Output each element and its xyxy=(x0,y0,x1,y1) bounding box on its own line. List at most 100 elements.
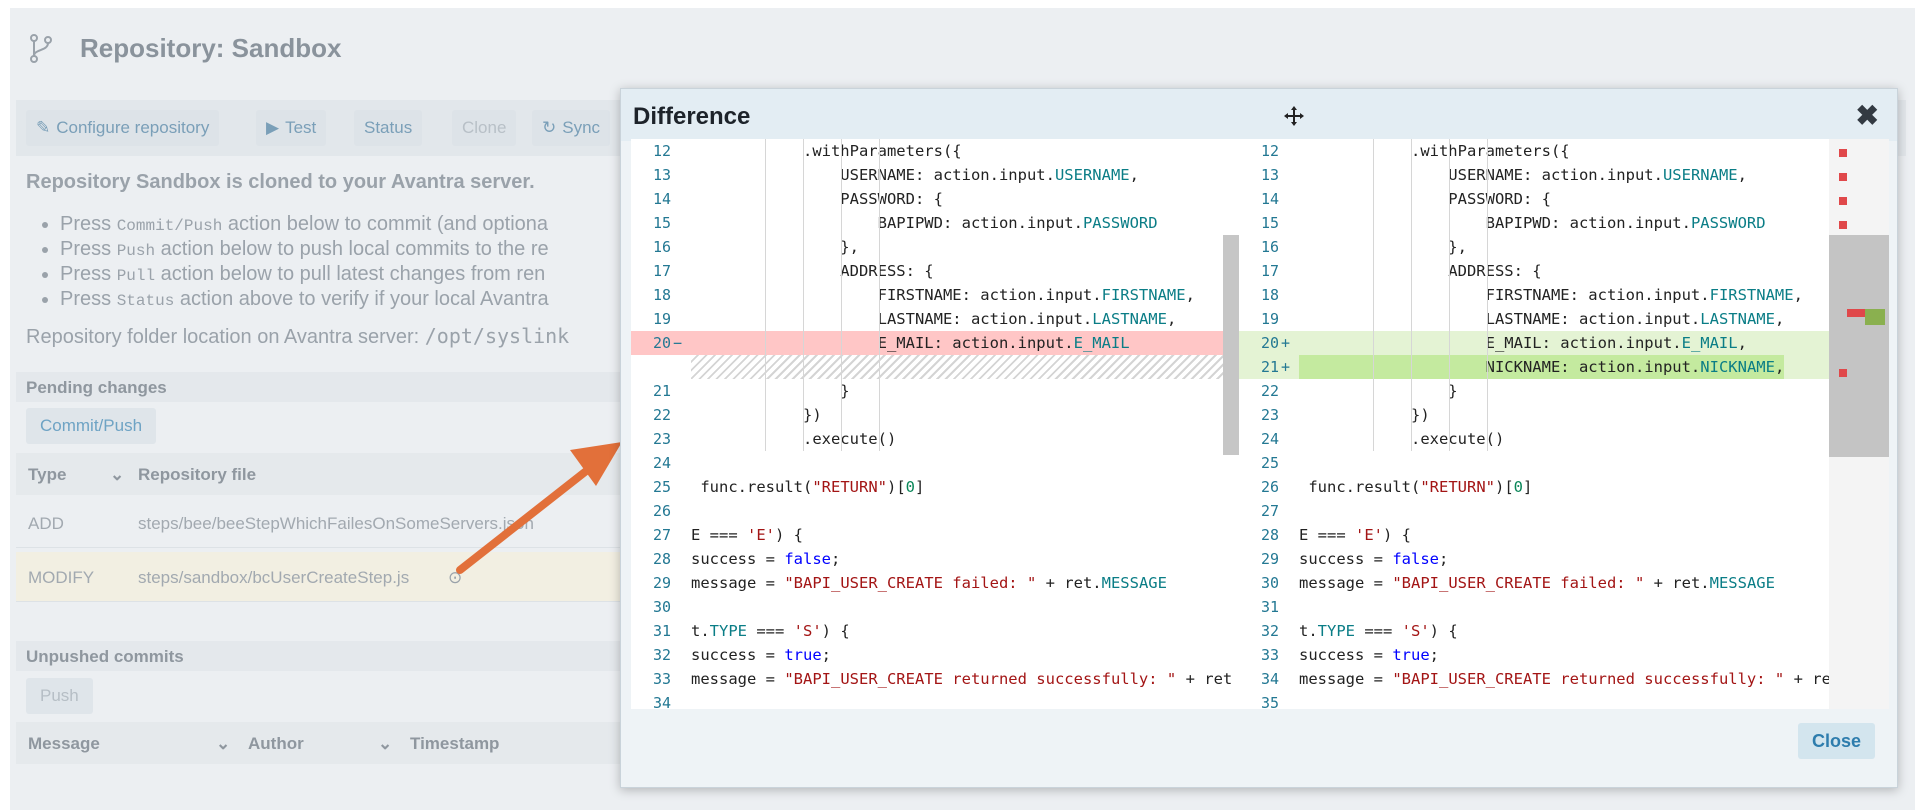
code-line[interactable]: 19 LASTNAME: action.input.LASTNAME, xyxy=(1239,307,1889,331)
close-icon[interactable]: ✖ xyxy=(1856,99,1879,132)
code-text: BAPIPWD: action.input.PASSWORD xyxy=(691,214,1158,232)
code-line[interactable]: 33 success = true; xyxy=(1239,643,1889,667)
code-line[interactable]: 16 }, xyxy=(631,235,1238,259)
close-button[interactable]: Close xyxy=(1797,723,1875,759)
code-line[interactable]: 29 success = false; xyxy=(1239,547,1889,571)
line-number: 21 xyxy=(1261,358,1280,376)
column-message[interactable]: Message xyxy=(28,734,100,754)
code-text: .execute() xyxy=(1299,430,1505,448)
code-line[interactable]: 22 } xyxy=(1239,379,1889,403)
column-timestamp[interactable]: Timestamp xyxy=(410,734,499,754)
code-line[interactable]: 32 success = true; xyxy=(631,643,1238,667)
line-number: 14 xyxy=(1261,190,1280,208)
diff-original-pane[interactable]: 12 .withParameters({13 USERNAME: action.… xyxy=(631,139,1238,709)
line-number: 27 xyxy=(653,526,672,544)
code-line[interactable]: 17 ADDRESS: { xyxy=(1239,259,1889,283)
column-author[interactable]: Author xyxy=(248,734,304,754)
sync-button[interactable]: ↻ Sync xyxy=(532,110,611,146)
code-line[interactable]: 30 message = "BAPI_USER_CREATE failed: " … xyxy=(1239,571,1889,595)
chevron-down-icon[interactable]: ⌄ xyxy=(216,734,230,754)
code-line[interactable]: 24 .execute() xyxy=(1239,427,1889,451)
code-line[interactable]: 31 t.TYPE === 'S') { xyxy=(631,619,1238,643)
code-line[interactable]: 23 .execute() xyxy=(631,427,1238,451)
code-line[interactable]: 21 } xyxy=(631,379,1238,403)
status-button[interactable]: Status xyxy=(354,110,423,146)
indent-guide xyxy=(1449,139,1450,451)
chevron-down-icon[interactable]: ⌄ xyxy=(378,734,392,754)
code-line[interactable]: 33 message = "BAPI_USER_CREATE returned s… xyxy=(631,667,1238,691)
diff-modified-pane[interactable]: 12 .withParameters({13 USERNAME: action.… xyxy=(1239,139,1889,709)
code-line[interactable]: 13 USERNAME: action.input.USERNAME, xyxy=(631,163,1238,187)
move-icon[interactable] xyxy=(1283,105,1305,127)
commit-push-button[interactable]: Commit/Push xyxy=(26,408,157,444)
code-line[interactable]: 22 }) xyxy=(631,403,1238,427)
column-type[interactable]: Type xyxy=(28,465,66,485)
line-number: 29 xyxy=(1261,550,1280,568)
line-number: 26 xyxy=(653,502,672,520)
code-line[interactable]: 18 FIRSTNAME: action.input.FIRSTNAME, xyxy=(1239,283,1889,307)
change-marker xyxy=(1839,149,1847,157)
configure-repository-label: Configure repository xyxy=(56,118,210,137)
code-line[interactable]: 16 }, xyxy=(1239,235,1889,259)
code-line[interactable]: 23 }) xyxy=(1239,403,1889,427)
code-line[interactable]: 32 t.TYPE === 'S') { xyxy=(1239,619,1889,643)
instruction-item: Press Commit/Push action below to commit… xyxy=(60,213,549,238)
code-line[interactable]: 27 xyxy=(1239,499,1889,523)
code-line[interactable]: 17 ADDRESS: { xyxy=(631,259,1238,283)
line-number: 30 xyxy=(653,598,672,616)
diff-filler[interactable] xyxy=(631,355,1238,379)
test-button[interactable]: ▶ Test xyxy=(256,110,327,146)
minimap[interactable] xyxy=(1829,139,1889,709)
code-text: func.result("RETURN")[0] xyxy=(691,478,925,496)
code-line[interactable]: 34 message = "BAPI_USER_CREATE returned s… xyxy=(1239,667,1889,691)
column-repository-file[interactable]: Repository file xyxy=(138,465,256,485)
code-line[interactable]: 30 xyxy=(631,595,1238,619)
code-line[interactable]: 12 .withParameters({ xyxy=(1239,139,1889,163)
line-number: 12 xyxy=(1261,142,1280,160)
code-line[interactable]: 31 xyxy=(1239,595,1889,619)
clone-label: Clone xyxy=(462,118,507,137)
configure-repository-button[interactable]: ✎ Configure repository xyxy=(26,110,220,146)
code-text: .withParameters({ xyxy=(1299,142,1570,160)
code-line[interactable]: 26 func.result("RETURN")[0] xyxy=(1239,475,1889,499)
line-number: 23 xyxy=(653,430,672,448)
code-line[interactable]: 25 xyxy=(1239,451,1889,475)
code-text: }, xyxy=(1299,238,1467,256)
code-line[interactable]: 28 success = false; xyxy=(631,547,1238,571)
code-line[interactable]: 27 E === 'E') { xyxy=(631,523,1238,547)
code-text: PASSWORD: { xyxy=(1299,190,1551,208)
code-line[interactable]: 34 xyxy=(631,691,1238,709)
code-text: func.result("RETURN")[0] xyxy=(1299,478,1533,496)
chevron-down-icon[interactable]: ⌄ xyxy=(110,465,124,485)
row-file[interactable]: steps/sandbox/bcUserCreateStep.js xyxy=(138,568,409,588)
change-marker xyxy=(1839,369,1847,377)
code-line[interactable]: 13 USERNAME: action.input.USERNAME, xyxy=(1239,163,1889,187)
deleted-line[interactable]: 20− E_MAIL: action.input.E_MAIL xyxy=(631,331,1238,355)
minimap-slider[interactable] xyxy=(1829,235,1889,457)
code-line[interactable]: 35 xyxy=(1239,691,1889,709)
code-line[interactable]: 12 .withParameters({ xyxy=(631,139,1238,163)
left-scrollbar[interactable] xyxy=(1223,235,1239,455)
line-number: 31 xyxy=(653,622,672,640)
code-line[interactable]: 18 FIRSTNAME: action.input.FIRSTNAME, xyxy=(631,283,1238,307)
code-line[interactable]: 14 PASSWORD: { xyxy=(1239,187,1889,211)
code-line[interactable]: 28 E === 'E') { xyxy=(1239,523,1889,547)
code-line[interactable]: 15 BAPIPWD: action.input.PASSWORD xyxy=(1239,211,1889,235)
added-line[interactable]: 20 + E_MAIL: action.input.E_MAIL, xyxy=(1239,331,1889,355)
line-number: 18 xyxy=(653,286,672,304)
clone-button[interactable]: Clone xyxy=(452,110,517,146)
dialog-header[interactable]: Difference ✖ xyxy=(621,89,1897,141)
code-line[interactable]: 19 LASTNAME: action.input.LASTNAME, xyxy=(631,307,1238,331)
line-number: 20 xyxy=(1261,334,1280,352)
diff-filler-hatch xyxy=(691,355,1238,379)
code-line[interactable]: 25 func.result("RETURN")[0] xyxy=(631,475,1238,499)
push-button[interactable]: Push xyxy=(26,678,93,714)
added-line[interactable]: 21 + NICKNAME: action.input.NICKNAME, xyxy=(1239,355,1889,379)
code-line[interactable]: 14 PASSWORD: { xyxy=(631,187,1238,211)
code-line[interactable]: 29 message = "BAPI_USER_CREATE failed: " … xyxy=(631,571,1238,595)
code-text: } xyxy=(691,382,850,400)
code-line[interactable]: 26 xyxy=(631,499,1238,523)
code-line[interactable]: 24 xyxy=(631,451,1238,475)
code-text: message = "BAPI_USER_CREATE failed: " + … xyxy=(1299,574,1775,592)
code-line[interactable]: 15 BAPIPWD: action.input.PASSWORD xyxy=(631,211,1238,235)
